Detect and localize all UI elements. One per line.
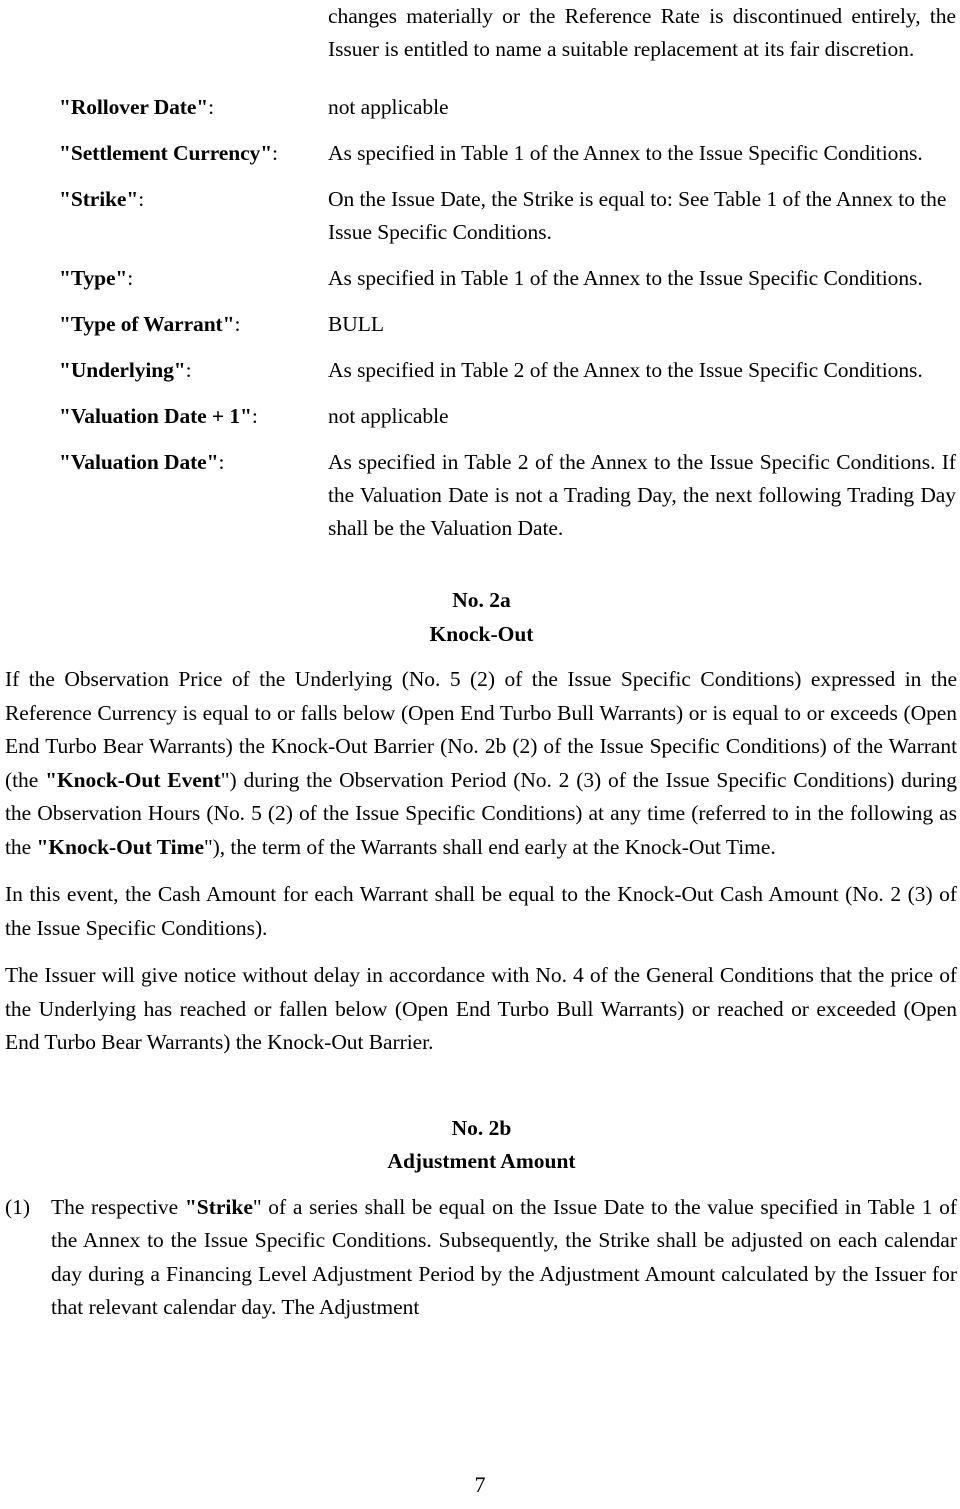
- intro-continuation-text: changes materially or the Reference Rate…: [328, 4, 956, 61]
- definition-label-valuation-date-plus-1: "Valuation Date + 1":: [5, 400, 328, 433]
- definition-label-text: "Valuation Date + 1": [59, 404, 252, 428]
- definition-label-settlement-currency: "Settlement Currency":: [5, 137, 328, 170]
- section-2b-item-1-number: (1): [5, 1194, 31, 1219]
- definition-label-text: "Strike": [59, 187, 139, 211]
- definition-value-settlement-currency: As specified in Table 1 of the Annex to …: [328, 141, 923, 165]
- section-2b-item-1-body: The respective "Strike" of a series shal…: [51, 1191, 958, 1325]
- para-1-part-3: "), the term of the Warrants shall end e…: [203, 834, 776, 859]
- definition-list: "Rollover Date": not applicable "Settlem…: [5, 91, 958, 545]
- definition-row-type: "Type": As specified in Table 1 of the A…: [5, 262, 958, 295]
- definition-row-strike: "Strike": On the Issue Date, the Strike …: [5, 183, 958, 249]
- definition-label-colon: :: [272, 141, 278, 165]
- definition-value-strike: On the Issue Date, the Strike is equal t…: [328, 187, 947, 244]
- definition-label-colon: :: [234, 312, 241, 336]
- definition-label-text: "Type of Warrant": [59, 312, 235, 336]
- definition-row-type-of-warrant: "Type of Warrant": BULL: [5, 308, 958, 341]
- section-2a-paragraph-3: The Issuer will give notice without dela…: [5, 963, 957, 1054]
- section-number-2b: No. 2b: [451, 1115, 512, 1140]
- definition-label-rollover-date: "Rollover Date":: [5, 91, 328, 124]
- definition-label-type: "Type":: [5, 262, 328, 295]
- definition-value-valuation-date-plus-1: not applicable: [328, 404, 449, 428]
- section-title-2a: Knock-Out: [429, 621, 534, 646]
- definition-value-type: As specified in Table 1 of the Annex to …: [328, 266, 923, 290]
- document-page: changes materially or the Reference Rate…: [0, 0, 960, 1509]
- para-1-term-knock-out-event: "Knock-Out Event: [45, 767, 221, 792]
- spacer-after-intro: [5, 79, 958, 91]
- definition-value-valuation-date: As specified in Table 2 of the Annex to …: [328, 450, 956, 540]
- section-2a-paragraph-2: In this event, the Cash Amount for each …: [5, 882, 957, 940]
- spacer-before-section-2b: [5, 1074, 958, 1112]
- definition-label-strike: "Strike":: [5, 183, 328, 216]
- definition-label-colon: :: [138, 187, 145, 211]
- intro-continuation-row: changes materially or the Reference Rate…: [5, 0, 958, 66]
- definition-label-text: "Settlement Currency": [59, 141, 273, 165]
- item-1-term-strike: "Strike: [184, 1194, 253, 1219]
- definition-label-colon: :: [185, 358, 192, 382]
- definition-label-underlying: "Underlying":: [5, 354, 328, 387]
- definition-row-underlying: "Underlying": As specified in Table 2 of…: [5, 354, 958, 387]
- definition-label-text: "Underlying": [59, 358, 186, 382]
- section-number-2a: No. 2a: [452, 588, 511, 612]
- item-1-part-1: The respective: [51, 1194, 185, 1219]
- definition-label-text: "Rollover Date": [59, 95, 209, 119]
- spacer-before-section-2a: [5, 558, 958, 584]
- definition-row-valuation-date-plus-1: "Valuation Date + 1": not applicable: [5, 400, 958, 433]
- definition-row-settlement-currency: "Settlement Currency": As specified in T…: [5, 137, 958, 170]
- spacer-after-heading-2b: [5, 1179, 958, 1191]
- spacer-after-heading-2a: [5, 651, 958, 663]
- definition-value-type-of-warrant: BULL: [328, 312, 384, 336]
- definition-label-type-of-warrant: "Type of Warrant":: [5, 308, 328, 341]
- definition-label-colon: :: [218, 450, 225, 474]
- definition-label-valuation-date: "Valuation Date":: [5, 446, 328, 479]
- definition-label-text: "Type": [59, 266, 128, 290]
- definition-row-valuation-date: "Valuation Date": As specified in Table …: [5, 446, 958, 545]
- section-2a-paragraph-1: If the Observation Price of the Underlyi…: [5, 663, 958, 864]
- definition-value-underlying: As specified in Table 2 of the Annex to …: [328, 358, 923, 382]
- page-number: 7: [474, 1472, 486, 1497]
- definition-label-colon: :: [127, 266, 134, 290]
- definition-row-rollover-date: "Rollover Date": not applicable: [5, 91, 958, 124]
- definition-label-colon: :: [251, 404, 258, 428]
- definition-label-text: "Valuation Date": [59, 450, 219, 474]
- section-2b-item-1: (1) The respective "Strike" of a series …: [5, 1191, 958, 1325]
- section-heading-2b: No. 2b Adjustment Amount: [5, 1112, 958, 1179]
- definition-value-rollover-date: not applicable: [328, 95, 449, 119]
- definition-label-colon: :: [208, 95, 215, 119]
- section-title-2b: Adjustment Amount: [387, 1149, 576, 1173]
- section-heading-2a: No. 2a Knock-Out: [5, 584, 958, 651]
- para-1-term-knock-out-time: "Knock-Out Time: [36, 834, 204, 859]
